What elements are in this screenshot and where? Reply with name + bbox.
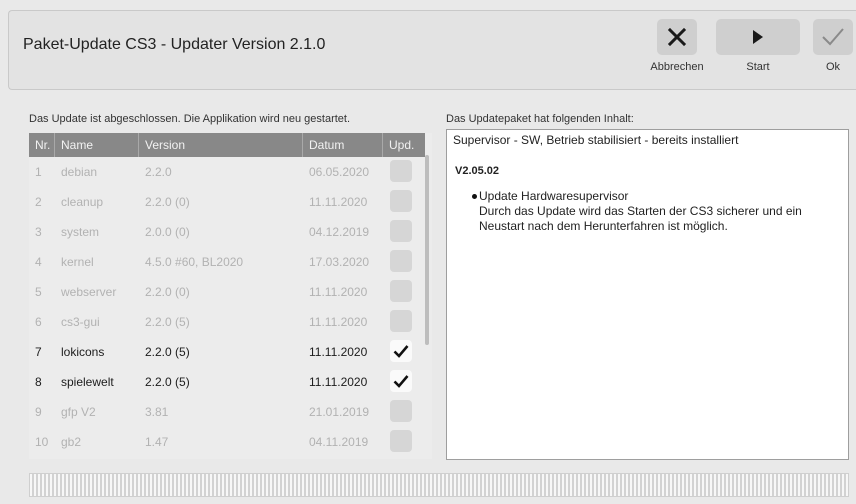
content-version: V2.05.02 [455, 165, 500, 177]
progress-bar [29, 473, 849, 497]
table-row[interactable]: 2 cleanup 2.2.0 (0) 11.11.2020 [29, 187, 425, 217]
cell-name: webserver [61, 285, 117, 299]
cell-date: 11.11.2020 [309, 285, 368, 299]
cell-version: 2.2.0 [145, 165, 172, 179]
update-checkbox[interactable] [390, 400, 412, 422]
cell-date: 06.05.2020 [309, 165, 370, 179]
ok-button[interactable]: Ok [809, 19, 856, 73]
cell-version: 2.2.0 (5) [145, 345, 190, 359]
title-bar: Paket-Update CS3 - Updater Version 2.1.0… [8, 10, 856, 90]
cell-nr: 8 [35, 375, 42, 389]
cell-version: 2.0.0 (0) [145, 225, 190, 239]
cell-version: 4.5.0 #60, BL2020 [145, 255, 244, 269]
cell-nr: 2 [35, 195, 42, 209]
package-table: Nr. Name Version Datum Upd. 1 debian 2.2.0… [29, 133, 432, 459]
update-checkbox[interactable] [390, 310, 412, 332]
cancel-button[interactable]: Abbrechen [643, 19, 711, 73]
table-row[interactable]: 10 gb2 1.47 04.11.2019 [29, 427, 425, 457]
update-checkbox[interactable] [390, 160, 412, 182]
cell-name: cleanup [61, 195, 104, 209]
cell-name: spielewelt [61, 375, 114, 389]
cell-name: lokicons [61, 345, 105, 359]
cell-version: 2.2.0 (5) [145, 315, 190, 329]
package-content-panel: Supervisor - SW, Betrieb stabilisiert - … [446, 129, 849, 460]
content-bullet-item: Update Hardwaresupervisor Durch das Upda… [472, 189, 841, 234]
cell-date: 17.03.2020 [309, 255, 370, 269]
table-row[interactable]: 7 lokicons 2.2.0 (5) 11.11.2020 [29, 337, 425, 367]
bullet-icon [472, 194, 477, 199]
cell-nr: 10 [35, 435, 49, 449]
cell-nr: 9 [35, 405, 42, 419]
cell-name: kernel [61, 255, 94, 269]
update-checkbox[interactable] [390, 430, 412, 452]
table-row[interactable]: 4 kernel 4.5.0 #60, BL2020 17.03.2020 [29, 247, 425, 277]
table-row[interactable]: 5 webserver 2.2.0 (0) 11.11.2020 [29, 277, 425, 307]
table-scrollbar[interactable] [425, 155, 429, 345]
update-checkbox[interactable] [390, 220, 412, 242]
update-checkbox[interactable] [390, 340, 412, 362]
checkmark-icon [822, 28, 844, 46]
cell-name: cs3-gui [61, 315, 100, 329]
column-header-date[interactable]: Datum [303, 133, 383, 157]
cell-name: system [61, 225, 100, 239]
cell-nr: 4 [35, 255, 42, 269]
cell-date: 11.11.2020 [309, 345, 368, 359]
table-header: Nr. Name Version Datum Upd. [29, 133, 425, 157]
update-checkbox[interactable] [390, 250, 412, 272]
cell-version: 2.2.0 (5) [145, 375, 190, 389]
bullet-title: Update Hardwaresupervisor [479, 189, 629, 203]
package-content-heading: Das Updatepaket hat folgenden Inhalt: [446, 113, 634, 125]
close-icon [667, 27, 687, 47]
column-header-nr[interactable]: Nr. [29, 133, 55, 157]
cell-date: 11.11.2020 [309, 375, 368, 389]
cell-nr: 6 [35, 315, 42, 329]
update-checkbox[interactable] [390, 370, 412, 392]
content-summary: Supervisor - SW, Betrieb stabilisiert - … [453, 133, 739, 147]
cell-date: 11.11.2020 [309, 195, 368, 209]
cell-name: gb2 [61, 435, 82, 449]
update-status-text: Das Update ist abgeschlossen. Die Applik… [29, 113, 351, 125]
table-row[interactable]: 1 debian 2.2.0 06.05.2020 [29, 157, 425, 187]
cell-name: gfp V2 [61, 405, 96, 419]
checkmark-icon [393, 375, 409, 388]
column-header-version[interactable]: Version [139, 133, 303, 157]
cell-nr: 5 [35, 285, 42, 299]
cell-version: 1.47 [145, 435, 169, 449]
cell-version: 2.2.0 (0) [145, 285, 190, 299]
cell-nr: 7 [35, 345, 42, 359]
table-row[interactable]: 8 spielewelt 2.2.0 (5) 11.11.2020 [29, 367, 425, 397]
ok-label: Ok [825, 61, 841, 73]
bullet-text: Durch das Update wird das Starten der CS… [479, 204, 802, 233]
cell-date: 04.11.2019 [309, 435, 369, 449]
update-checkbox[interactable] [390, 280, 412, 302]
column-header-name[interactable]: Name [55, 133, 139, 157]
cell-date: 11.11.2020 [309, 315, 368, 329]
table-row[interactable]: 6 cs3-gui 2.2.0 (5) 11.11.2020 [29, 307, 425, 337]
cancel-label: Abbrechen [650, 61, 704, 73]
cell-date: 04.12.2019 [309, 225, 370, 239]
cell-version: 2.2.0 (0) [145, 195, 190, 209]
start-button[interactable]: Start [715, 19, 801, 73]
window-title: Paket-Update CS3 - Updater Version 2.1.0 [23, 36, 326, 53]
play-icon [753, 30, 763, 44]
cell-date: 21.01.2019 [309, 405, 370, 419]
cell-version: 3.81 [145, 405, 169, 419]
cell-name: debian [61, 165, 98, 179]
column-header-update[interactable]: Upd. [383, 133, 425, 157]
table-row[interactable]: 9 gfp V2 3.81 21.01.2019 [29, 397, 425, 427]
cell-nr: 3 [35, 225, 42, 239]
table-row[interactable]: 3 system 2.0.0 (0) 04.12.2019 [29, 217, 425, 247]
update-checkbox[interactable] [390, 190, 412, 212]
cell-nr: 1 [35, 165, 42, 179]
checkmark-icon [393, 345, 409, 358]
start-label: Start [746, 61, 770, 73]
